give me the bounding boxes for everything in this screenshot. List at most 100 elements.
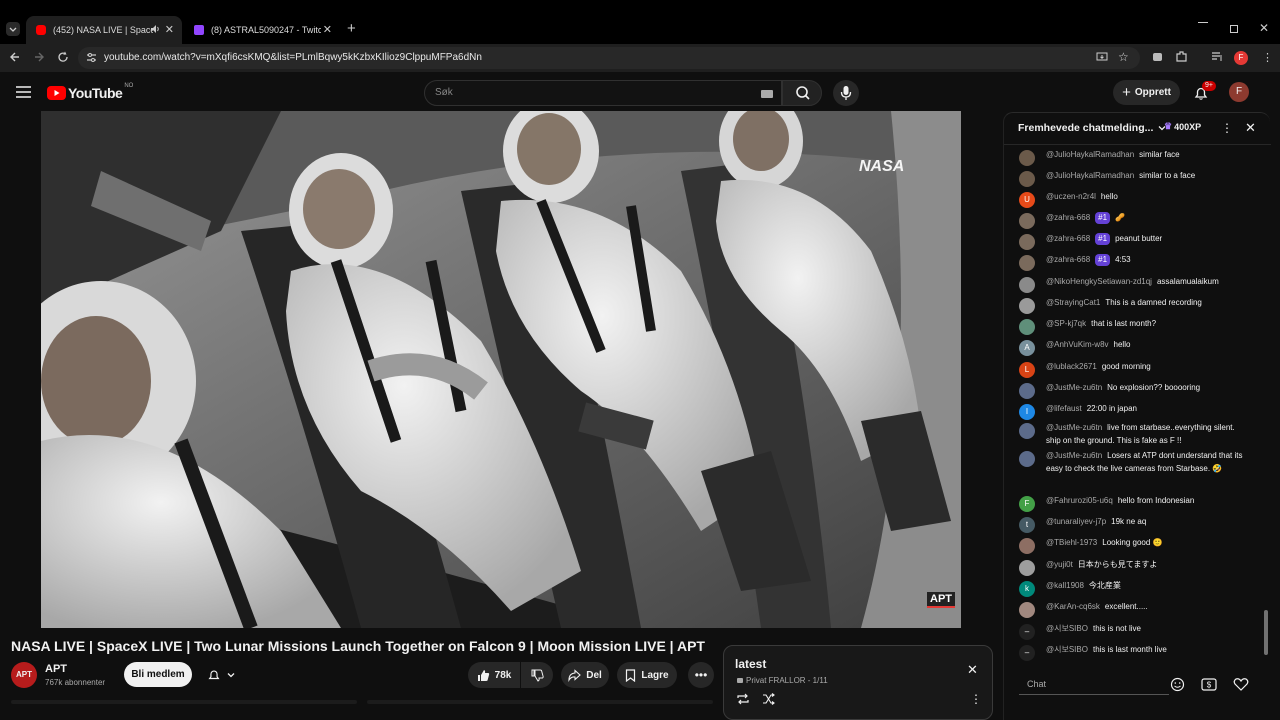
chat-author[interactable]: @TBiehl-1973 [1046,538,1097,547]
puzzle-extensions-icon[interactable] [1175,50,1188,63]
chat-avatar[interactable]: t [1019,517,1035,533]
chat-avatar[interactable] [1019,319,1035,335]
chat-author[interactable]: @AnhVuKim-w8v [1046,340,1109,349]
chat-author[interactable]: @tunaraliyev-j7p [1046,517,1106,526]
search-button[interactable] [782,80,822,106]
save-button[interactable]: Lagre [617,662,677,688]
chat-author[interactable]: @Fahrurozi05-u6q [1046,496,1113,505]
chat-mode-dropdown[interactable]: Fremhevede chatmelding... [1018,122,1167,134]
chat-author[interactable]: @uczen-n2r4l [1046,192,1096,201]
chat-author[interactable]: @KarAn-cq6sk [1046,602,1100,611]
chat-avatar[interactable] [1019,560,1035,576]
bookmark-star-icon[interactable]: ☆ [1118,50,1129,64]
chat-author[interactable]: @JustMe-zu6tn [1046,423,1102,432]
chat-avatar[interactable]: U [1019,192,1035,208]
chat-scrollbar-thumb[interactable] [1264,610,1268,655]
chat-author[interactable]: @JustMe-zu6tn [1046,451,1102,460]
tab-twitch[interactable]: (8) ASTRAL5090247 - Twitch ✕ [184,16,340,44]
chat-avatar[interactable]: k [1019,581,1035,597]
video-player[interactable]: NASA APT [41,111,961,628]
reload-icon[interactable] [57,50,69,64]
chat-author[interactable]: @zahra-668 [1046,255,1090,264]
chat-author[interactable]: @kall1908 [1046,581,1084,590]
chat-author[interactable]: @NikoHengkySetiawan-zd1qj [1046,277,1152,286]
chat-author[interactable]: @JulioHaykalRamadhan [1046,150,1134,159]
chat-avatar[interactable]: A [1019,340,1035,356]
close-chat-icon[interactable]: ✕ [1245,120,1256,136]
chat-input[interactable]: Chat [1019,673,1169,695]
voice-search-button[interactable] [833,80,859,106]
chat-avatar[interactable]: I [1019,404,1035,420]
restore-icon[interactable] [1230,25,1238,33]
chat-author[interactable]: @zahra-668 [1046,234,1090,243]
chat-avatar[interactable] [1019,277,1035,293]
chat-avatar[interactable] [1019,538,1035,554]
chat-avatar[interactable] [1019,451,1035,467]
new-tab-button[interactable]: + [347,20,356,37]
chat-author[interactable]: @lifefaust [1046,404,1082,413]
audio-playing-icon[interactable] [150,24,160,34]
chat-avatar[interactable] [1019,423,1035,439]
chat-author[interactable]: @SP-kj7qk [1046,319,1086,328]
chat-avatar[interactable]: L [1019,362,1035,378]
media-controls-icon[interactable] [1211,50,1224,63]
extension-icon[interactable] [1151,50,1164,63]
install-app-icon[interactable] [1096,52,1108,63]
chat-avatar[interactable]: – [1019,645,1035,661]
back-icon[interactable] [9,50,21,64]
chat-author[interactable]: @JulioHaykalRamadhan [1046,171,1134,180]
loop-icon[interactable] [736,693,750,705]
chat-avatar[interactable] [1019,255,1035,271]
profile-avatar-icon[interactable]: F [1234,51,1248,65]
address-bar[interactable]: youtube.com/watch?v=mXqfi6csKMQ&list=PLm… [78,47,1140,69]
hamburger-menu-icon[interactable] [16,86,31,98]
tab-youtube[interactable]: (452) NASA LIVE | SpaceX LI ✕ [26,16,182,44]
forward-icon[interactable] [33,50,45,64]
chat-avatar[interactable] [1019,383,1035,399]
chat-author[interactable]: @lublack2671 [1046,362,1097,371]
chat-avatar[interactable]: F [1019,496,1035,512]
join-button[interactable]: Bli medlem [124,662,192,687]
chat-more-icon[interactable]: ⋮ [1221,121,1233,135]
close-playlist-icon[interactable]: ✕ [967,662,978,678]
site-info-icon[interactable] [86,52,97,63]
playlist-more-icon[interactable]: ⋮ [970,692,982,706]
chat-avatar[interactable] [1019,171,1035,187]
create-button[interactable]: + Opprett [1113,80,1180,105]
share-button[interactable]: Del [561,662,609,688]
chat-author[interactable]: @시보SIBO [1046,645,1088,654]
keyboard-icon[interactable] [761,90,773,98]
like-button[interactable]: 78k [468,662,520,688]
chat-avatar[interactable] [1019,213,1035,229]
chat-avatar[interactable]: – [1019,624,1035,640]
shuffle-icon[interactable] [762,693,776,705]
tab-search-icon[interactable] [6,22,20,36]
chat-avatar[interactable] [1019,602,1035,618]
dislike-button[interactable] [521,662,553,688]
super-chat-icon[interactable]: $ [1201,677,1217,692]
browser-menu-icon[interactable]: ⋮ [1262,51,1273,64]
account-avatar[interactable]: F [1229,82,1249,102]
chat-avatar[interactable] [1019,298,1035,314]
chat-avatar[interactable] [1019,234,1035,250]
youtube-logo[interactable]: YouTube NO [47,83,133,101]
chat-avatar[interactable] [1019,150,1035,166]
heart-icon[interactable] [1233,677,1249,692]
channel-name[interactable]: APT [45,663,67,675]
chat-author[interactable]: @StrayingCat1 [1046,298,1100,307]
close-tab-icon[interactable]: ✕ [323,23,332,36]
chat-author[interactable]: @시보SIBO [1046,624,1088,633]
chat-author[interactable]: @JustMe-zu6tn [1046,383,1102,392]
chat-author[interactable]: @yuji0t [1046,560,1073,569]
close-tab-icon[interactable]: ✕ [165,23,174,36]
chat-author[interactable]: @zahra-668 [1046,213,1090,222]
search-input[interactable]: Søk [424,80,782,106]
more-actions-button[interactable]: ••• [688,662,714,688]
notification-bell-button[interactable] [198,662,244,687]
notifications-button[interactable]: 9+ [1193,81,1216,101]
close-window-icon[interactable]: ✕ [1259,21,1269,35]
minimize-icon[interactable] [1198,22,1208,23]
playlist-title[interactable]: latest [735,657,766,671]
chat-scrollbar[interactable] [1264,147,1268,663]
channel-avatar[interactable]: APT [11,662,37,688]
